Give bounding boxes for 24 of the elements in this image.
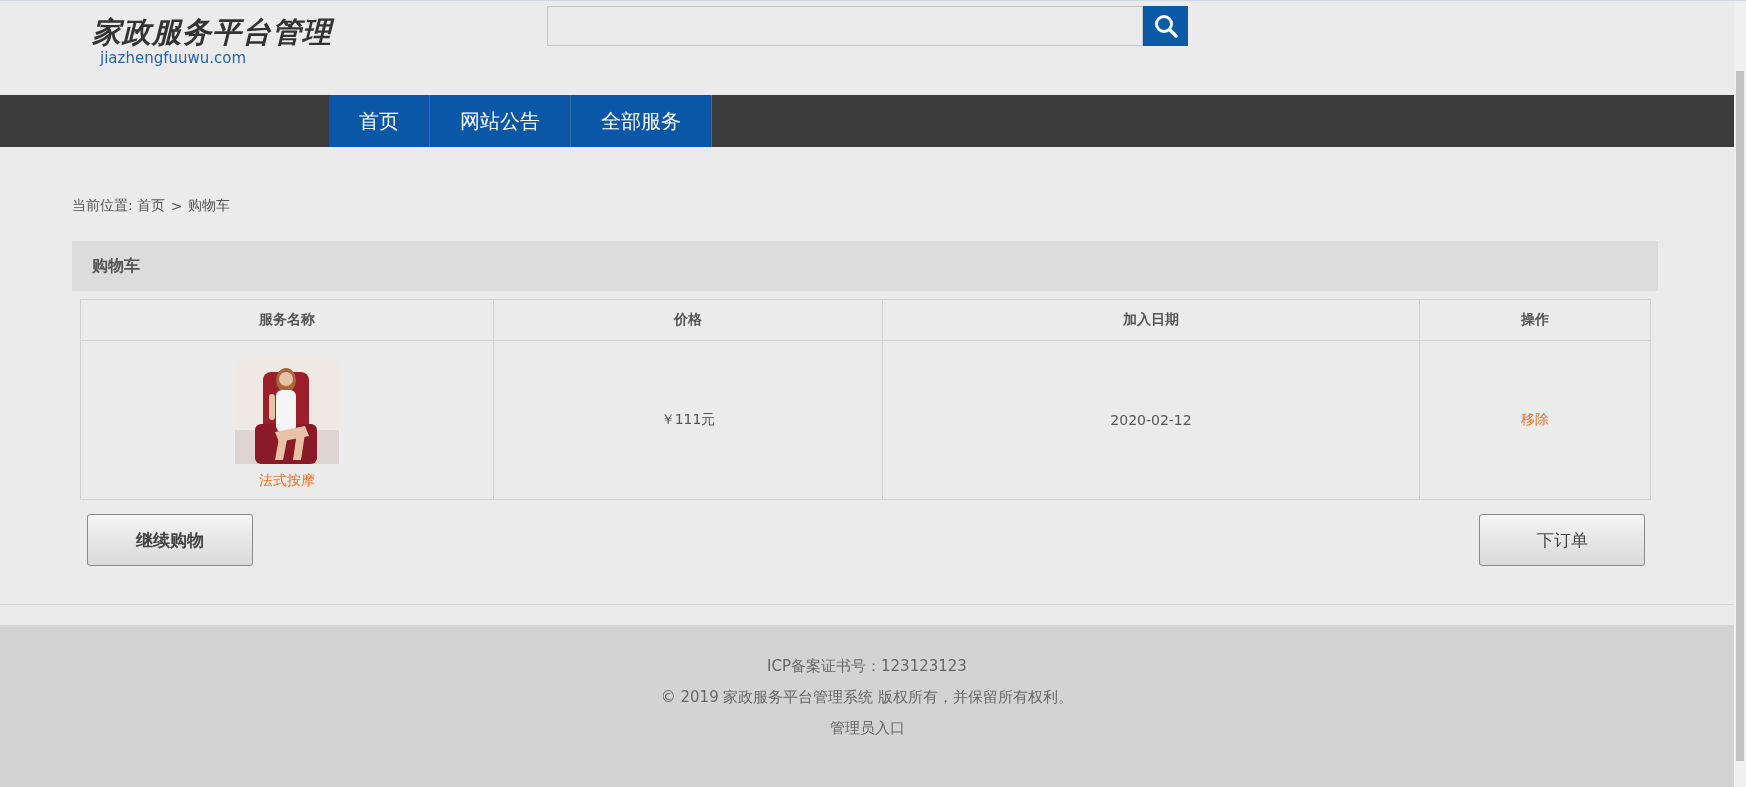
column-header: 加入日期 xyxy=(882,299,1420,341)
column-header: 操作 xyxy=(1419,299,1651,341)
search-button[interactable] xyxy=(1143,6,1188,46)
search-icon xyxy=(1152,13,1179,39)
breadcrumb-label: 当前位置: xyxy=(72,197,133,215)
admin-link[interactable]: 管理员入口 xyxy=(829,719,905,738)
icp-text: ICP备案证书号：123123123 xyxy=(767,657,967,676)
breadcrumb-link[interactable]: 首页 xyxy=(136,197,165,215)
nav-tab[interactable]: 全部服务 xyxy=(571,95,712,147)
table-cell: 2020-02-12 xyxy=(882,340,1420,500)
column-header: 服务名称 xyxy=(80,299,494,341)
cart-header: 购物车 xyxy=(72,241,1658,291)
column-header: 价格 xyxy=(493,299,883,341)
search-field[interactable] xyxy=(547,6,1143,46)
continue-shopping-button[interactable]: 继续购物 xyxy=(87,514,253,566)
table-cell: ￥111元 xyxy=(493,340,883,500)
breadcrumb-link[interactable]: 购物车 xyxy=(188,197,231,215)
nav-tab[interactable]: 网站公告 xyxy=(430,95,571,147)
logo-domain: jiazhengfuuwu.com xyxy=(100,49,247,67)
breadcrumb-separator: > xyxy=(170,198,183,214)
copyright-text: © 2019 家政服务平台管理系统 版权所有，并保留所有权利。 xyxy=(660,688,1074,707)
nav-tab[interactable]: 首页 xyxy=(329,95,430,147)
place-order-button[interactable]: 下订单 xyxy=(1479,514,1645,566)
scrollbar[interactable] xyxy=(1734,1,1746,787)
